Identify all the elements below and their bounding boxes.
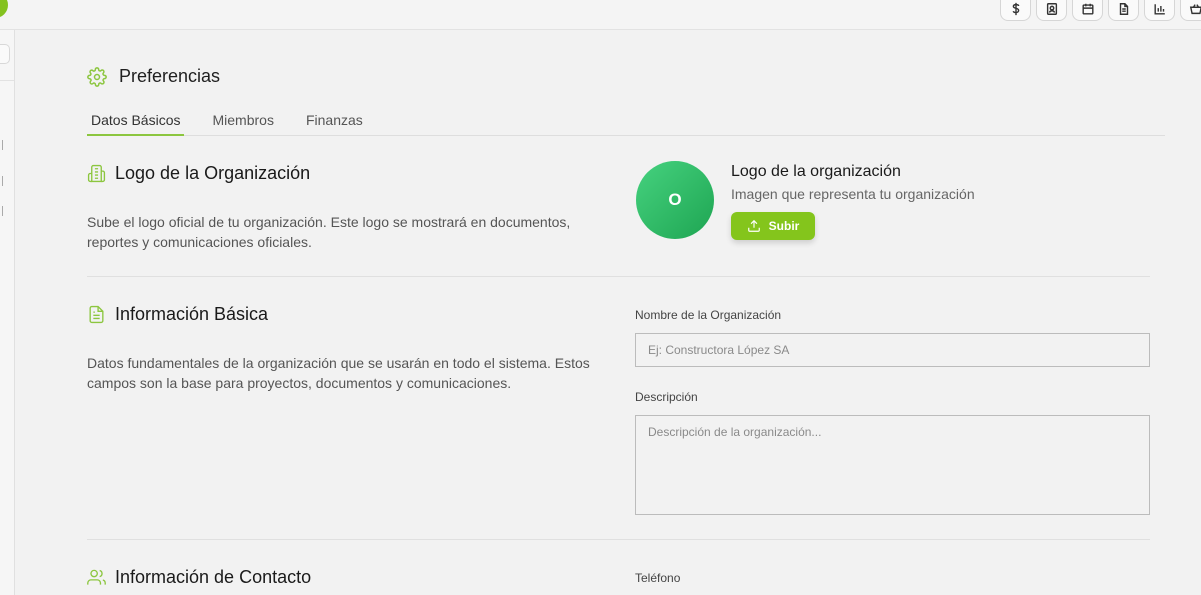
basic-info-section-header: Información Básica <box>87 304 268 325</box>
users-icon <box>87 569 106 585</box>
logo-sublabel: Imagen que representa tu organización <box>731 186 975 202</box>
basic-info-section-description: Datos fundamentales de la organización q… <box>87 355 590 391</box>
upload-button[interactable]: Subir <box>731 212 815 240</box>
file-text-icon <box>89 305 104 324</box>
basket-icon[interactable] <box>1180 0 1201 21</box>
sidebar-item[interactable] <box>0 140 3 150</box>
tab-datos-basicos[interactable]: Datos Básicos <box>87 110 185 136</box>
app-logo[interactable] <box>0 0 8 18</box>
tab-miembros[interactable]: Miembros <box>208 110 277 136</box>
dollar-icon[interactable] <box>1000 0 1031 21</box>
logo-label: Logo de la organización <box>731 163 901 180</box>
document-icon[interactable] <box>1108 0 1139 21</box>
logo-section-description: Sube el logo oficial de tu organización.… <box>87 214 571 250</box>
calendar-icon[interactable] <box>1072 0 1103 21</box>
gear-icon <box>87 66 107 87</box>
sidebar-divider <box>0 80 14 81</box>
page-title: Preferencias <box>119 66 221 86</box>
sidebar-collapsed <box>0 30 15 595</box>
basic-info-section-title: Información Básica <box>115 304 269 324</box>
avatar-initial: O <box>668 190 682 209</box>
description-textarea[interactable] <box>635 415 1150 515</box>
section-divider <box>87 539 1150 540</box>
tab-bar: Datos Básicos Miembros Finanzas <box>87 110 1165 136</box>
description-label: Descripción <box>635 390 698 404</box>
sidebar-toggle[interactable] <box>0 44 10 64</box>
contact-section-header: Información de Contacto <box>87 567 311 588</box>
sidebar-item[interactable] <box>0 206 3 216</box>
logo-section-title: Logo de la Organización <box>115 163 311 183</box>
organization-name-label: Nombre de la Organización <box>635 308 782 322</box>
logo-section-header: Logo de la Organización <box>87 163 310 184</box>
upload-button-label: Subir <box>768 219 800 233</box>
tab-finanzas[interactable]: Finanzas <box>302 110 367 136</box>
phone-label: Teléfono <box>635 571 681 585</box>
organization-avatar: O <box>636 161 714 239</box>
organization-name-input[interactable] <box>635 333 1150 367</box>
top-bar <box>0 0 1201 30</box>
chart-icon[interactable] <box>1144 0 1175 21</box>
contact-icon[interactable] <box>1036 0 1067 21</box>
upload-icon <box>747 219 760 232</box>
building-icon <box>87 164 106 183</box>
sidebar-item[interactable] <box>0 176 3 186</box>
section-divider <box>87 276 1150 277</box>
page-header: Preferencias <box>87 66 220 87</box>
contact-section-title: Información de Contacto <box>115 567 312 587</box>
top-toolbar <box>1000 0 1201 21</box>
